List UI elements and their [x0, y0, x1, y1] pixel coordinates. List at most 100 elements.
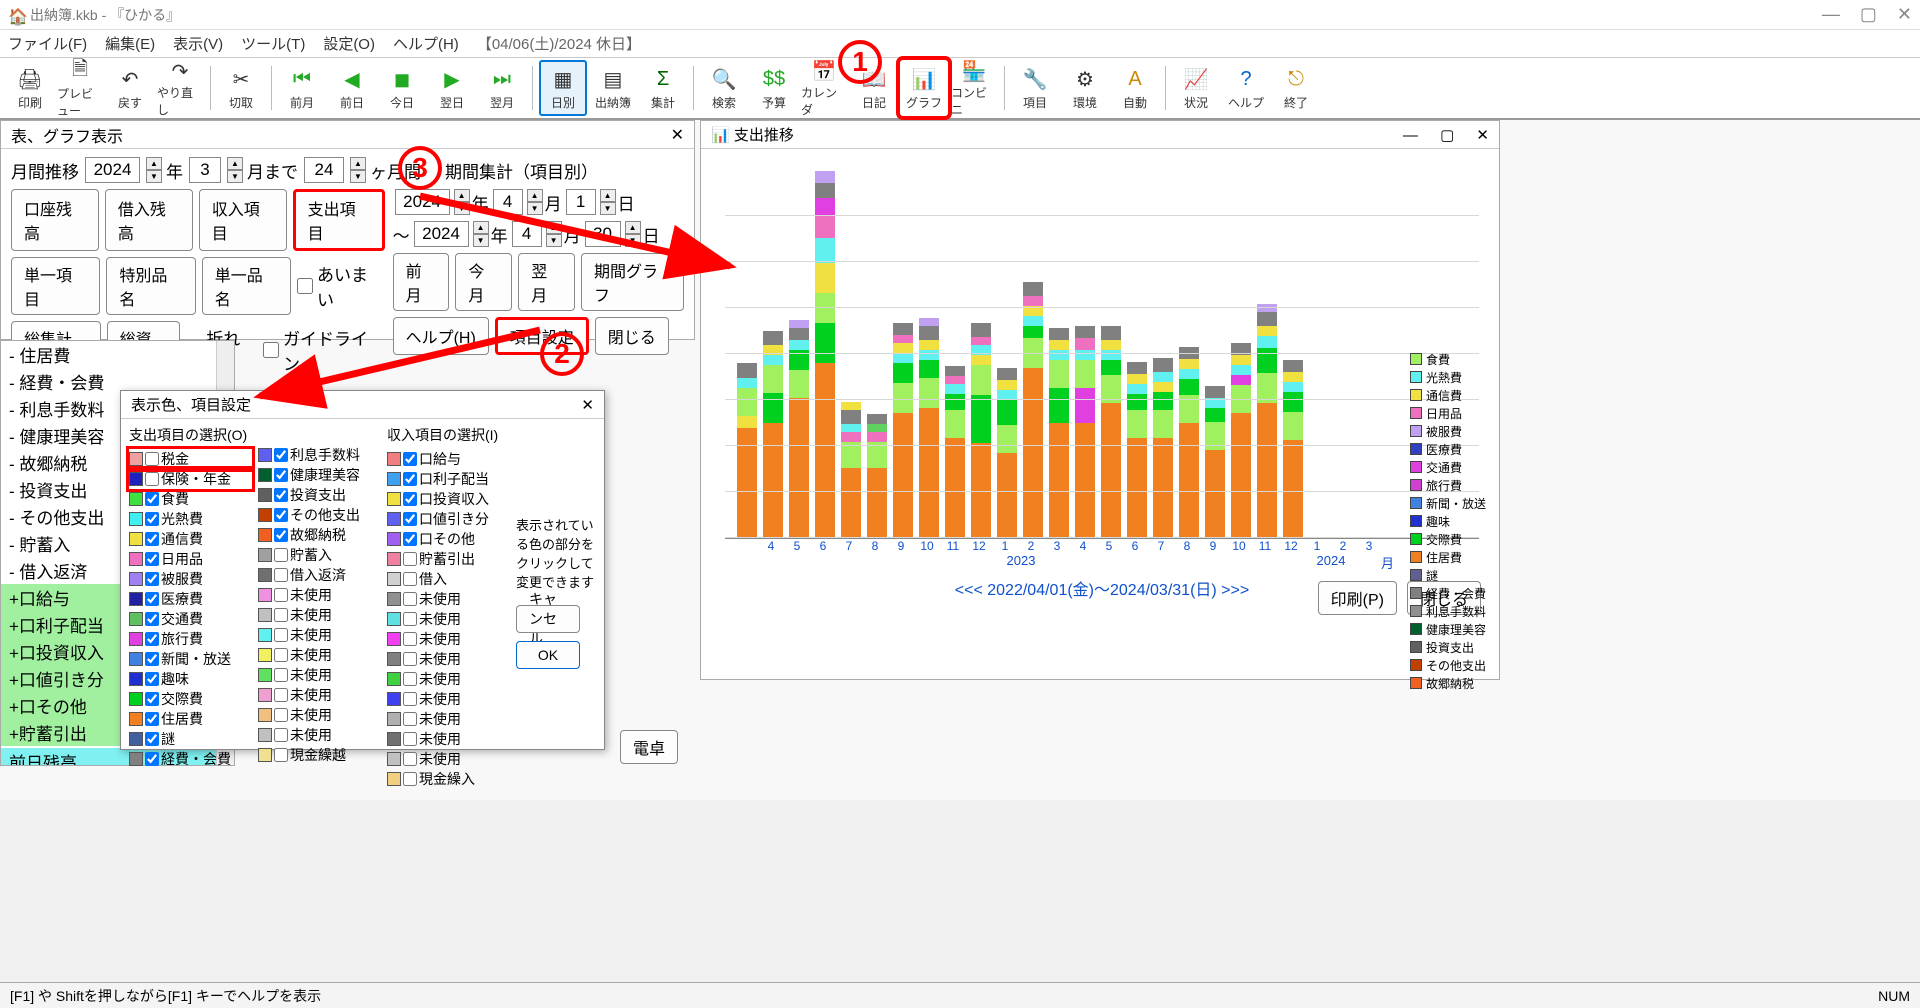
category-check[interactable]	[403, 672, 417, 686]
color-swatch[interactable]	[258, 668, 272, 682]
category-check[interactable]	[145, 552, 159, 566]
color-swatch[interactable]	[129, 612, 143, 626]
toolbar-diary[interactable]: 📖日記	[850, 60, 898, 116]
maximize-icon[interactable]: ▢	[1440, 127, 1454, 144]
button[interactable]: 口座残高	[11, 189, 99, 251]
calculator-button[interactable]: 電卓	[620, 730, 678, 764]
color-swatch[interactable]	[258, 748, 272, 762]
toolbar-preview[interactable]: 🗎プレビュー	[56, 60, 104, 116]
category-check[interactable]	[403, 612, 417, 626]
category-check[interactable]	[274, 588, 288, 602]
color-swatch[interactable]	[387, 532, 401, 546]
color-swatch[interactable]	[387, 712, 401, 726]
menu-item[interactable]: ヘルプ(H)	[393, 33, 459, 54]
toolbar-cal[interactable]: 📅カレンダ	[800, 60, 848, 116]
button[interactable]: 単一項目	[11, 257, 100, 315]
toolbar-nm[interactable]: ⏭翌月	[478, 60, 526, 116]
color-swatch[interactable]	[387, 672, 401, 686]
category-check[interactable]	[274, 488, 288, 502]
color-swatch[interactable]	[387, 592, 401, 606]
category-check[interactable]	[274, 548, 288, 562]
help-button[interactable]: ヘルプ(H)	[393, 317, 489, 355]
year-input[interactable]: 2024	[85, 157, 140, 183]
to-day[interactable]: 30	[585, 221, 621, 247]
button[interactable]: 収入項目	[199, 189, 287, 251]
category-check[interactable]	[274, 608, 288, 622]
color-swatch[interactable]	[129, 652, 143, 666]
minimize-icon[interactable]: —	[1822, 4, 1840, 25]
category-check[interactable]	[274, 648, 288, 662]
month-input[interactable]: 3	[189, 157, 221, 183]
color-swatch[interactable]	[387, 612, 401, 626]
color-swatch[interactable]	[258, 688, 272, 702]
category-check[interactable]	[403, 712, 417, 726]
color-swatch[interactable]	[387, 512, 401, 526]
toolbar-undo[interactable]: ↶戻す	[106, 60, 154, 116]
category-check[interactable]	[403, 552, 417, 566]
toolbar-exit[interactable]: ⎋終了	[1272, 60, 1320, 116]
color-swatch[interactable]	[129, 472, 143, 486]
color-swatch[interactable]	[387, 572, 401, 586]
category-check[interactable]	[274, 448, 288, 462]
button[interactable]: 今月	[455, 253, 512, 311]
button[interactable]: 翌月	[518, 253, 575, 311]
color-swatch[interactable]	[258, 548, 272, 562]
color-swatch[interactable]	[129, 552, 143, 566]
to-month[interactable]: 4	[512, 221, 542, 247]
category-check[interactable]	[274, 468, 288, 482]
color-swatch[interactable]	[387, 772, 401, 786]
color-swatch[interactable]	[387, 552, 401, 566]
category-check[interactable]	[403, 752, 417, 766]
color-swatch[interactable]	[387, 452, 401, 466]
year-spinner[interactable]: ▲▼	[146, 157, 162, 183]
toolbar-status[interactable]: 📈状況	[1172, 60, 1220, 116]
color-swatch[interactable]	[129, 532, 143, 546]
menu-item[interactable]: 編集(E)	[105, 33, 155, 54]
button[interactable]: 借入残高	[105, 189, 193, 251]
category-check[interactable]	[403, 532, 417, 546]
toolbar-today[interactable]: ◼今日	[378, 60, 426, 116]
color-swatch[interactable]	[258, 528, 272, 542]
toolbar-cut[interactable]: ✂切取	[217, 60, 265, 116]
category-check[interactable]	[274, 708, 288, 722]
button[interactable]: 特別品名	[106, 257, 195, 315]
color-swatch[interactable]	[129, 492, 143, 506]
category-check[interactable]	[274, 628, 288, 642]
color-swatch[interactable]	[387, 652, 401, 666]
button[interactable]: 単一品名	[202, 257, 291, 315]
category-check[interactable]	[145, 612, 159, 626]
toolbar-sum[interactable]: Σ集計	[639, 60, 687, 116]
aimai-check[interactable]: あいまい	[297, 261, 384, 311]
color-swatch[interactable]	[258, 508, 272, 522]
category-check[interactable]	[403, 652, 417, 666]
color-swatch[interactable]	[129, 692, 143, 706]
menu-item[interactable]: ツール(T)	[241, 33, 305, 54]
close-button[interactable]: 閉じる	[595, 317, 669, 355]
category-check[interactable]	[403, 472, 417, 486]
span-input[interactable]: 24	[304, 157, 344, 183]
close-icon[interactable]: ✕	[1897, 4, 1912, 25]
to-year[interactable]: 2024	[414, 221, 469, 247]
category-check[interactable]	[403, 732, 417, 746]
print-button[interactable]: 印刷(P)	[1318, 581, 1397, 615]
toolbar-print[interactable]: 🖨印刷	[6, 60, 54, 116]
color-swatch[interactable]	[258, 608, 272, 622]
category-check[interactable]	[274, 728, 288, 742]
color-swatch[interactable]	[129, 712, 143, 726]
minimize-icon[interactable]: —	[1403, 127, 1418, 144]
category-check[interactable]	[403, 772, 417, 786]
cancel-button[interactable]: キャンセル	[516, 605, 580, 633]
menu-item[interactable]: ファイル(F)	[8, 33, 87, 54]
close-icon[interactable]: ✕	[1476, 127, 1489, 144]
category-check[interactable]	[145, 452, 159, 466]
color-swatch[interactable]	[258, 488, 272, 502]
button[interactable]: 前月	[393, 253, 450, 311]
category-check[interactable]	[145, 732, 159, 746]
menu-item[interactable]: 設定(O)	[323, 33, 375, 54]
category-check[interactable]	[145, 572, 159, 586]
color-swatch[interactable]	[258, 568, 272, 582]
guideline-check[interactable]: ガイドライン	[263, 325, 385, 375]
maximize-icon[interactable]: ▢	[1860, 4, 1877, 25]
toolbar-nd[interactable]: ▶翌日	[428, 60, 476, 116]
toolbar-env[interactable]: ⚙環境	[1061, 60, 1109, 116]
